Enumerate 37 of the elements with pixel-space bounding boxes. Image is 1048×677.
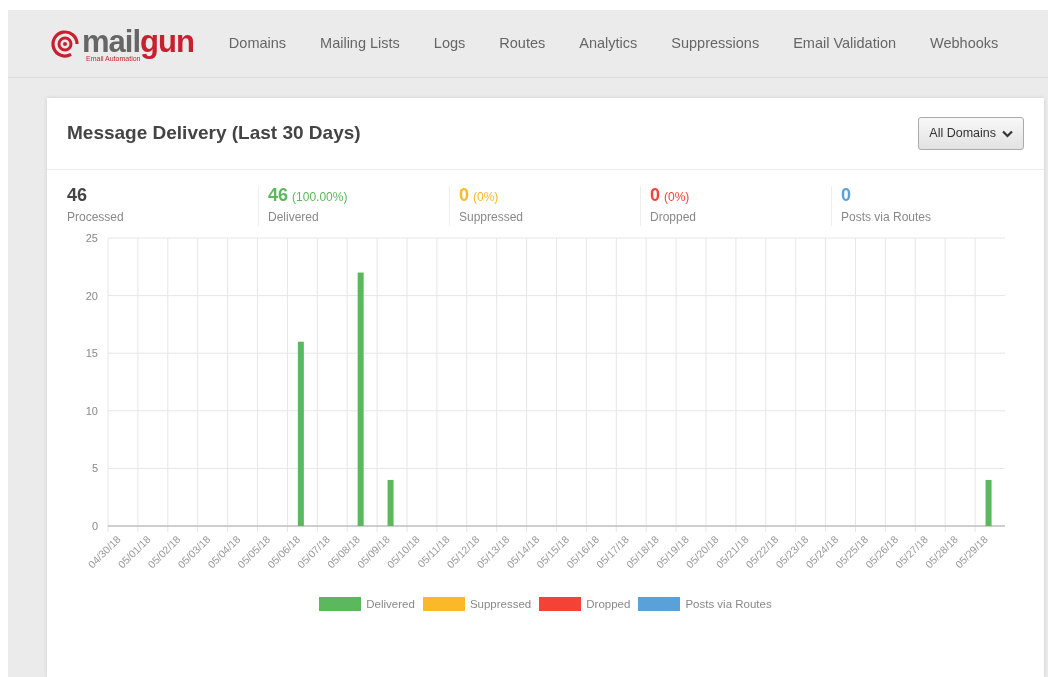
panel-title: Message Delivery (Last 30 Days)	[67, 122, 361, 145]
stat-value: 0	[459, 185, 469, 205]
legend-label: Posts via Routes	[685, 596, 772, 612]
nav-link[interactable]: Suppressions	[654, 32, 777, 55]
stat-percent: (0%)	[473, 190, 499, 204]
stat-label: Delivered	[268, 208, 320, 226]
nav-link[interactable]: Webhooks	[913, 32, 1016, 55]
legend-label: Suppressed	[469, 596, 532, 612]
bar	[387, 479, 394, 526]
y-axis-label: 0	[91, 519, 98, 532]
y-axis-label: 20	[85, 289, 98, 302]
stat-label: Posts via Routes	[841, 208, 933, 226]
stat-value: 46	[67, 185, 88, 205]
y-axis-label: 10	[85, 404, 98, 417]
nav-link[interactable]: Email Validation	[776, 32, 914, 55]
nav-link[interactable]: Logs	[416, 32, 483, 55]
stat-value: 46	[268, 185, 289, 205]
nav-link[interactable]: Mailing Lists	[303, 32, 417, 55]
legend-label: Delivered	[366, 596, 415, 612]
nav-link[interactable]: Domains	[211, 32, 304, 55]
stat-label: Suppressed	[459, 208, 525, 226]
nav-link[interactable]: Routes	[482, 32, 563, 55]
bar	[985, 479, 992, 526]
y-axis-label: 25	[85, 231, 98, 244]
nav-link[interactable]: Analytics	[562, 32, 655, 55]
domain-dropdown[interactable]: All Domains	[918, 117, 1024, 150]
y-axis-label: 5	[91, 462, 98, 475]
caret-icon	[1002, 129, 1013, 138]
stat-value: 0	[841, 185, 851, 205]
stat-percent: (0%)	[664, 190, 690, 204]
stat-percent: (100.00%)	[292, 190, 348, 204]
legend-label: Dropped	[586, 596, 631, 612]
at-sign-icon	[50, 28, 80, 59]
stat-label: Processed	[67, 208, 125, 226]
stat-label: Dropped	[650, 208, 698, 226]
stat-value: 0	[650, 185, 660, 205]
y-axis-label: 15	[85, 347, 98, 359]
